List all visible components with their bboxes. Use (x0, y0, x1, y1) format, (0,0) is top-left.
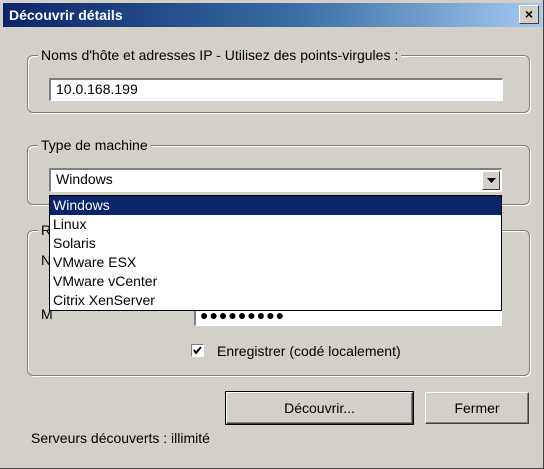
machine-type-dropdown-list: Windows Linux Solaris VMware ESX VMware … (49, 195, 502, 311)
machine-type-select[interactable]: Windows (49, 168, 502, 192)
dropdown-option-citrix-xenserver[interactable]: Citrix XenServer (50, 291, 501, 310)
chevron-down-icon (487, 178, 496, 183)
save-checkbox[interactable] (191, 344, 204, 357)
close-window-button[interactable]: × (519, 5, 539, 24)
checkmark-icon (193, 346, 202, 355)
discover-dialog: Découvrir détails × Noms d'hôte et adres… (0, 0, 544, 469)
save-checkbox-label[interactable]: Enregistrer (codé localement) (217, 343, 401, 359)
dropdown-option-vmware-esx[interactable]: VMware ESX (50, 253, 501, 272)
dropdown-arrow-button[interactable] (482, 171, 500, 190)
dialog-title: Découvrir détails (9, 7, 123, 23)
hosts-legend: Noms d'hôte et adresses IP - Utilisez de… (38, 47, 402, 63)
title-bar[interactable]: Découvrir détails × (3, 3, 542, 27)
dropdown-option-linux[interactable]: Linux (50, 215, 501, 234)
dropdown-option-solaris[interactable]: Solaris (50, 234, 501, 253)
status-text: Serveurs découverts : illimité (31, 430, 210, 446)
hosts-input[interactable]: 10.0.168.199 (49, 78, 503, 101)
machine-type-value: Windows (56, 171, 113, 187)
discover-button[interactable]: Découvrir... (225, 391, 414, 425)
dropdown-option-vmware-vcenter[interactable]: VMware vCenter (50, 272, 501, 291)
close-button[interactable]: Fermer (425, 392, 529, 424)
dropdown-option-windows[interactable]: Windows (50, 196, 501, 215)
machine-type-legend: Type de machine (38, 137, 151, 153)
